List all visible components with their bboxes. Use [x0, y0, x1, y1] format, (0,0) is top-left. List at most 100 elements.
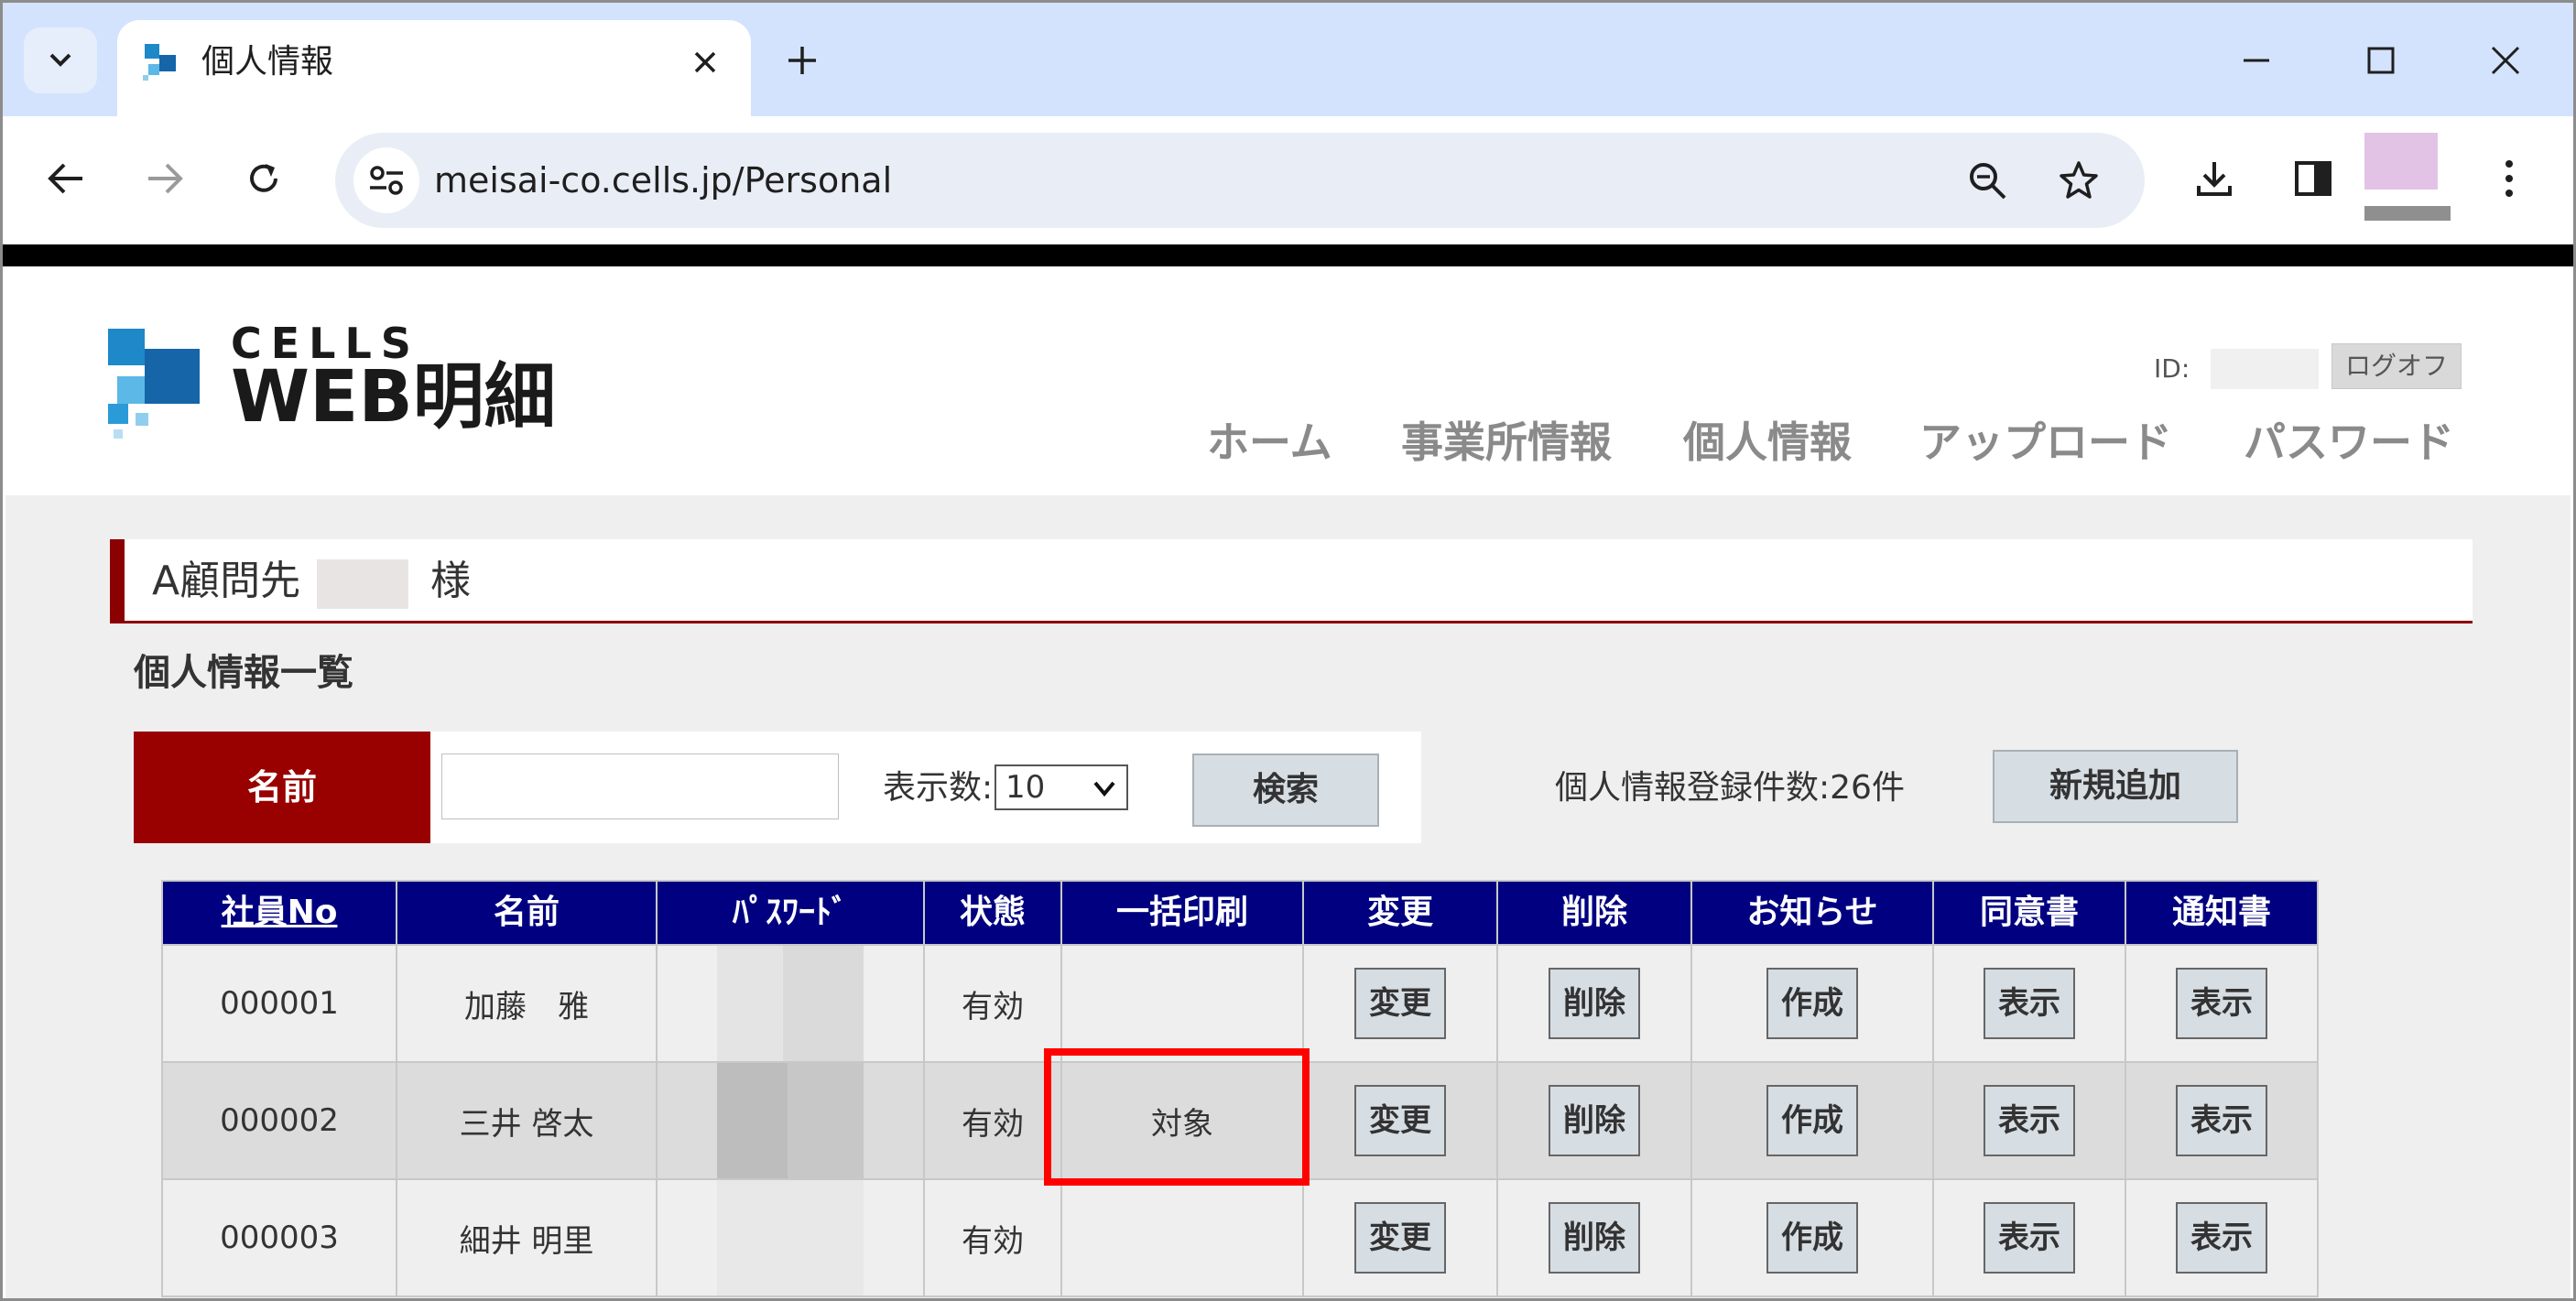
address-bar[interactable]: meisai-co.cells.jp/Personal	[335, 133, 2145, 228]
url-text[interactable]: meisai-co.cells.jp/Personal	[434, 157, 892, 204]
maximize-icon	[2367, 47, 2395, 74]
download-button[interactable]	[2185, 149, 2244, 208]
view-consent-button[interactable]: 表示	[1984, 968, 2075, 1039]
change-button[interactable]: 変更	[1354, 1202, 1446, 1274]
status: 有効	[923, 944, 1062, 1063]
password-cell	[656, 944, 925, 1063]
add-new-button[interactable]: 新規追加	[1993, 750, 2238, 823]
nav-office-info[interactable]: 事業所情報	[1401, 413, 1612, 472]
change-cell: 変更	[1302, 944, 1498, 1063]
table-row: 000001 加藤 雅 有効 変更 削除 作成 表示 表示	[161, 944, 2319, 1063]
zoom-button[interactable]	[1958, 151, 2016, 210]
nav-upload[interactable]: アップロード	[1919, 413, 2172, 472]
nav-home[interactable]: ホーム	[1207, 413, 1332, 472]
client-name-prefix: A顧問先	[152, 558, 301, 604]
bookmark-button[interactable]	[2049, 151, 2108, 210]
status: 有効	[923, 1178, 1062, 1297]
cells-favicon-icon	[143, 44, 176, 81]
minimize-button[interactable]	[2229, 33, 2284, 88]
header-change: 変更	[1302, 880, 1498, 946]
notification-cell: 表示	[2125, 1178, 2319, 1297]
header-name: 名前	[396, 880, 658, 946]
client-name-mask	[317, 559, 408, 609]
new-tab-button[interactable]	[777, 35, 828, 86]
password-mask	[717, 1063, 864, 1178]
page-title: 個人情報一覧	[134, 652, 353, 694]
back-button[interactable]	[37, 149, 95, 208]
cells-logo-icon	[108, 329, 200, 439]
change-button[interactable]: 変更	[1354, 1085, 1446, 1156]
browser-menu-button[interactable]	[2480, 149, 2538, 208]
side-panel-button[interactable]	[2284, 149, 2342, 208]
create-notice-button[interactable]: 作成	[1766, 968, 1858, 1039]
close-icon	[2491, 46, 2520, 75]
search-button[interactable]: 検索	[1192, 753, 1379, 827]
browser-tab[interactable]: 個人情報	[117, 20, 751, 116]
search-panel: 名前 表示数: 10 検索	[134, 732, 1421, 843]
minimize-icon	[2244, 59, 2269, 62]
display-count-value: 10	[1005, 769, 1046, 806]
cells-web-meisai-logo[interactable]: CELLS WEB明細	[108, 321, 556, 450]
forward-button[interactable]	[136, 149, 194, 208]
consent-cell: 表示	[1932, 1061, 2126, 1180]
star-icon	[2060, 161, 2098, 199]
delete-button[interactable]: 削除	[1549, 968, 1640, 1039]
annotation-highlight-box	[1044, 1048, 1310, 1186]
delete-button[interactable]: 削除	[1549, 1085, 1640, 1156]
create-notice-button[interactable]: 作成	[1766, 1202, 1858, 1274]
view-notification-button[interactable]: 表示	[2176, 1085, 2267, 1156]
change-button[interactable]: 変更	[1354, 968, 1446, 1039]
site-info-button[interactable]	[353, 147, 419, 213]
plus-icon	[788, 47, 816, 74]
profile-avatar[interactable]	[2364, 133, 2451, 221]
table-row: 000003 細井 明里 有効 変更 削除 作成 表示 表示	[161, 1178, 2319, 1297]
view-notification-button[interactable]: 表示	[2176, 968, 2267, 1039]
consent-cell: 表示	[1932, 1178, 2126, 1297]
header-bulk-print: 一括印刷	[1060, 880, 1304, 946]
notice-cell: 作成	[1690, 944, 1934, 1063]
user-id-mask	[2211, 349, 2319, 389]
browser-toolbar: meisai-co.cells.jp/Personal	[0, 116, 2576, 244]
name-search-input[interactable]	[441, 753, 839, 819]
client-honorific: 様	[430, 558, 471, 604]
nav-personal-info[interactable]: 個人情報	[1683, 413, 1852, 472]
zoom-icon	[1970, 163, 2006, 200]
view-consent-button[interactable]: 表示	[1984, 1202, 2075, 1274]
change-cell: 変更	[1302, 1178, 1498, 1297]
reload-button[interactable]	[234, 149, 293, 208]
table-header-row: 社員No 名前 ﾊﾟｽﾜｰﾄﾞ 状態 一括印刷 変更 削除 お知らせ 同意書 通…	[161, 880, 2319, 946]
page-top-border	[0, 244, 2576, 266]
header-consent: 同意書	[1932, 880, 2126, 946]
notice-cell: 作成	[1690, 1061, 1934, 1180]
close-window-button[interactable]	[2478, 33, 2533, 88]
header-delete: 削除	[1496, 880, 1692, 946]
bulk-print	[1060, 1178, 1304, 1297]
view-consent-button[interactable]: 表示	[1984, 1085, 2075, 1156]
create-notice-button[interactable]: 作成	[1766, 1085, 1858, 1156]
nav-password[interactable]: パスワード	[2244, 413, 2454, 472]
reload-icon	[250, 164, 277, 192]
display-count-select[interactable]: 10	[995, 764, 1128, 810]
logoff-button[interactable]: ログオフ	[2331, 343, 2462, 389]
delete-button[interactable]: 削除	[1549, 1202, 1640, 1274]
view-notification-button[interactable]: 表示	[2176, 1202, 2267, 1274]
client-name-bar: A顧問先 様	[110, 539, 2473, 623]
delete-cell: 削除	[1496, 944, 1692, 1063]
download-icon	[2197, 162, 2232, 196]
tab-search-button[interactable]	[24, 27, 97, 93]
display-count-label: 表示数:	[883, 769, 994, 807]
side-panel-icon	[2295, 161, 2331, 196]
avatar	[2364, 133, 2438, 190]
tab-title: 個人情報	[201, 43, 334, 81]
logo-web-meisai-text: WEB明細	[231, 356, 556, 439]
delete-cell: 削除	[1496, 1178, 1692, 1297]
bulk-print	[1060, 944, 1304, 1063]
maximize-button[interactable]	[2353, 33, 2408, 88]
password-cell	[656, 1061, 925, 1180]
password-cell	[656, 1178, 925, 1297]
header-notification: 通知書	[2125, 880, 2319, 946]
header-password: ﾊﾟｽﾜｰﾄﾞ	[656, 880, 925, 946]
tab-close-button[interactable]	[683, 40, 727, 84]
header-employee-no[interactable]: 社員No	[161, 880, 397, 946]
notification-cell: 表示	[2125, 1061, 2319, 1180]
